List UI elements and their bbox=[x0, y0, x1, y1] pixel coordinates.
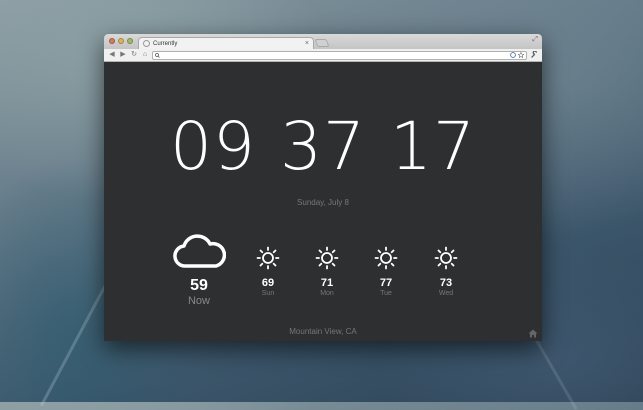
address-input[interactable] bbox=[162, 52, 508, 58]
forward-icon[interactable]: ▶ bbox=[119, 50, 127, 60]
reload-icon[interactable]: ↻ bbox=[130, 50, 138, 60]
sun-icon bbox=[434, 246, 458, 270]
clock-seconds: 17 bbox=[389, 108, 476, 185]
currently-dashboard: 09 37 17 Sunday, July 8 59 Now 69 Sun 71… bbox=[104, 62, 542, 341]
tab-currently[interactable]: Currently × bbox=[138, 37, 314, 49]
forecast-day-label: Mon bbox=[320, 290, 334, 297]
forecast-day: 69 Sun bbox=[248, 246, 288, 297]
forecast-temp: 71 bbox=[320, 277, 334, 289]
bookmark-star-icon[interactable] bbox=[518, 52, 524, 58]
extension-icon[interactable] bbox=[510, 52, 516, 58]
sun-icon bbox=[256, 246, 280, 270]
new-tab-button[interactable] bbox=[314, 39, 330, 47]
sun-icon bbox=[315, 246, 339, 270]
address-bar[interactable] bbox=[152, 50, 527, 60]
window-controls bbox=[109, 38, 133, 44]
minimize-window-button[interactable] bbox=[118, 38, 124, 44]
tab-title: Currently bbox=[153, 40, 178, 47]
clock: 09 37 17 bbox=[104, 114, 542, 180]
current-temp: 59 bbox=[190, 277, 208, 294]
forecast-temp: 69 bbox=[261, 277, 275, 289]
search-icon bbox=[155, 52, 160, 58]
forecast-day: 71 Mon bbox=[307, 246, 347, 297]
tab-close-icon[interactable]: × bbox=[305, 40, 309, 47]
forecast-day: 73 Wed bbox=[426, 246, 466, 297]
forecast-temp: 77 bbox=[379, 277, 393, 289]
forecast-day-label: Sun bbox=[261, 290, 275, 297]
tab-bar: Currently × ⤢ bbox=[104, 34, 542, 49]
date-label: Sunday, July 8 bbox=[297, 198, 349, 207]
browser-toolbar: ◀ ▶ ↻ ⌂ bbox=[104, 49, 542, 62]
current-label: Now bbox=[187, 295, 210, 307]
forecast-day-label: Wed bbox=[438, 290, 454, 297]
back-icon[interactable]: ◀ bbox=[108, 50, 116, 60]
cloud-icon bbox=[173, 234, 227, 268]
home-icon[interactable]: ⌂ bbox=[141, 50, 149, 60]
fullscreen-icon[interactable]: ⤢ bbox=[532, 36, 538, 44]
forecast-day: 77 Tue bbox=[366, 246, 406, 297]
home-icon[interactable] bbox=[528, 329, 538, 338]
zoom-window-button[interactable] bbox=[127, 38, 133, 44]
page-favicon-icon bbox=[143, 40, 150, 47]
clock-minutes: 37 bbox=[280, 108, 366, 185]
browser-window: Currently × ⤢ ◀ ▶ ↻ ⌂ 09 37 17 Sunday, Jul… bbox=[104, 34, 542, 341]
sun-icon bbox=[374, 246, 398, 270]
wrench-icon[interactable] bbox=[530, 51, 538, 59]
current-weather: 59 Now bbox=[170, 232, 228, 307]
forecast-temp: 73 bbox=[439, 277, 453, 289]
close-window-button[interactable] bbox=[109, 38, 115, 44]
forecast-day-label: Tue bbox=[380, 290, 392, 297]
location-label: Mountain View, CA bbox=[289, 327, 357, 336]
clock-hours: 09 bbox=[170, 108, 256, 185]
